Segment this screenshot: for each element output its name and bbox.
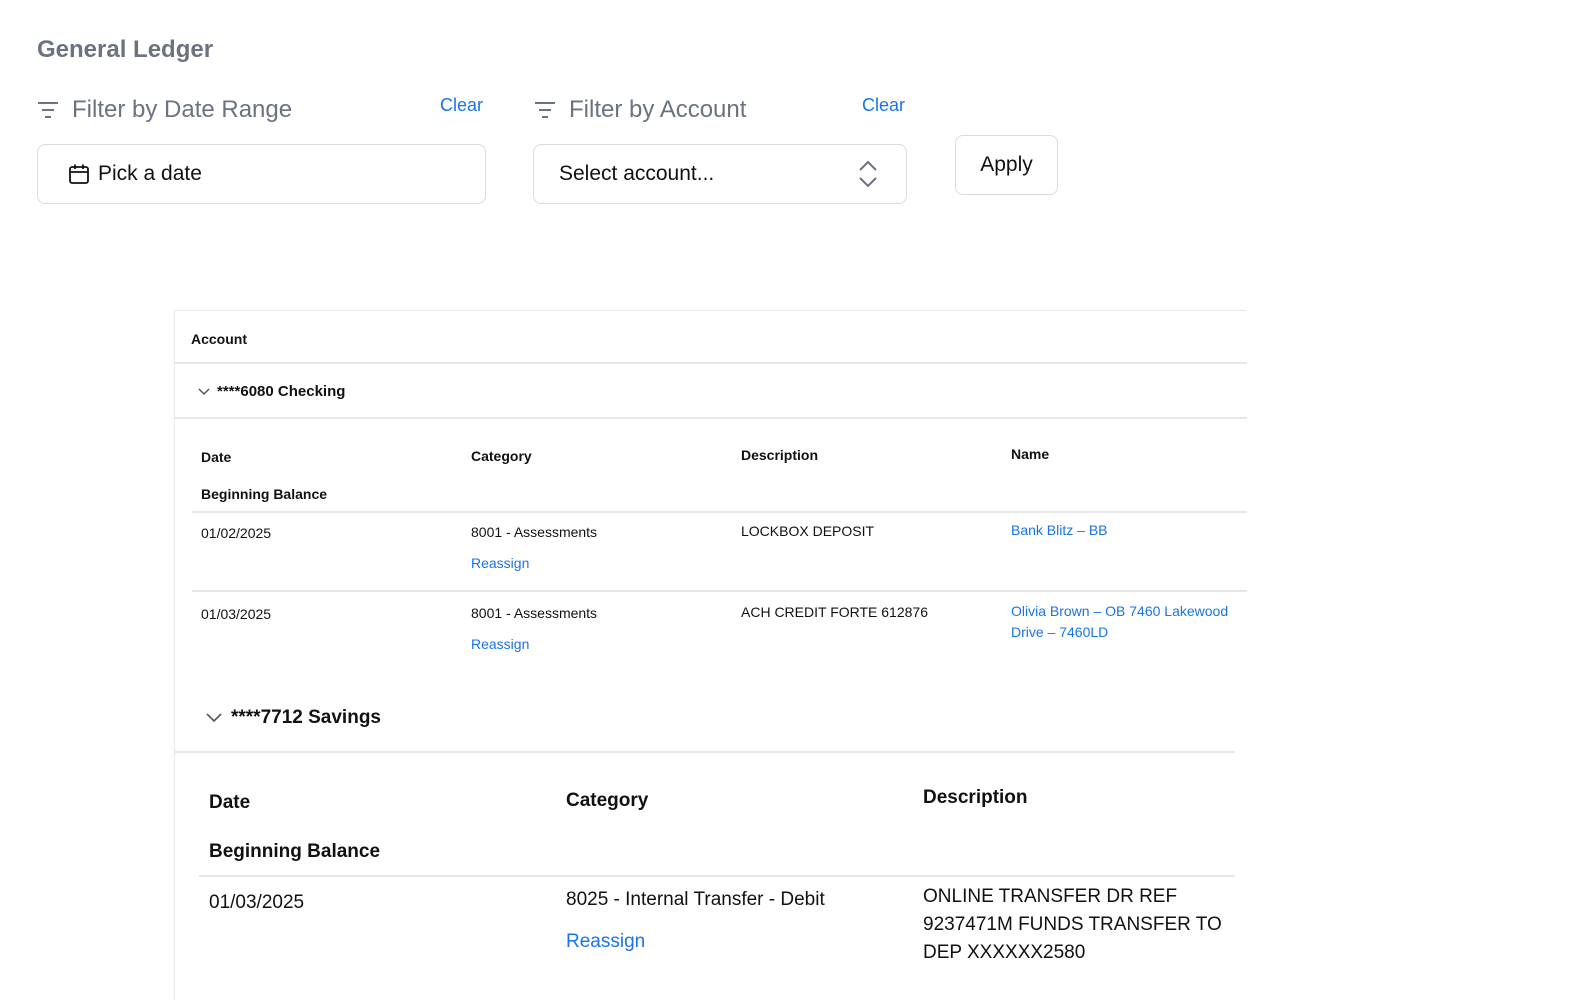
column-header-date: Date (209, 792, 251, 813)
ledger-table: Account ****6080 Checking Date Category … (174, 310, 1247, 682)
reassign-link[interactable]: Reassign (471, 555, 529, 571)
filter-icon (535, 102, 555, 118)
row-date: 01/02/2025 (201, 525, 272, 541)
reassign-link[interactable]: Reassign (471, 636, 529, 652)
chevron-down-icon (198, 387, 210, 395)
apply-button[interactable]: Apply (955, 135, 1058, 195)
date-picker-button[interactable]: Pick a date (37, 144, 486, 204)
row-date: 01/03/2025 (209, 892, 305, 913)
row-category: 8001 - Assessments (471, 605, 598, 621)
date-picker-placeholder: Pick a date (98, 162, 202, 185)
row-name-link[interactable]: Bank Blitz – BB (1011, 522, 1108, 538)
row-description-line: 9237471M FUNDS TRANSFER TO (923, 914, 1222, 935)
beginning-balance-label: Beginning Balance (209, 841, 381, 862)
divider (175, 417, 1247, 419)
chevron-down-icon (206, 713, 222, 723)
row-description-line: DEP XXXXXX2580 (923, 942, 1086, 963)
divider (192, 590, 1247, 592)
account-clear-link[interactable]: Clear (862, 95, 905, 116)
row-category: 8001 - Assessments (471, 524, 598, 540)
column-header-date: Date (201, 449, 232, 465)
filter-icon (38, 102, 58, 118)
account-column-header: Account (191, 331, 247, 347)
date-filter-label: Filter by Date Range (37, 96, 292, 124)
account-filter-label: Filter by Account (534, 96, 746, 124)
row-description: LOCKBOX DEPOSIT (741, 523, 875, 539)
column-header-description: Description (923, 787, 1028, 808)
account-group-checking[interactable]: ****6080 Checking (197, 383, 345, 400)
row-date: 01/03/2025 (201, 606, 272, 622)
divider (192, 511, 1247, 513)
divider (199, 875, 1235, 877)
page-title: General Ledger (37, 36, 214, 63)
account-name: ****7712 Savings (231, 707, 381, 728)
reassign-link[interactable]: Reassign (566, 931, 645, 953)
column-header-category: Category (566, 790, 649, 811)
column-header-category: Category (471, 448, 532, 464)
row-category: 8025 - Internal Transfer - Debit (566, 889, 825, 910)
divider (175, 751, 1235, 753)
account-name: ****6080 Checking (217, 383, 346, 400)
row-name-link-continued[interactable]: Drive – 7460LD (1011, 624, 1108, 640)
calendar-icon (69, 164, 89, 184)
column-header-name: Name (1011, 446, 1050, 462)
account-select[interactable]: Select account... (533, 144, 907, 204)
row-description: ACH CREDIT FORTE 612876 (741, 604, 928, 620)
account-filter-label-text: Filter by Account (569, 96, 747, 123)
date-filter-label-text: Filter by Date Range (72, 96, 293, 123)
row-description: ONLINE TRANSFER DR REF (923, 886, 1178, 907)
chevron-up-down-icon (859, 160, 877, 188)
row-name-link[interactable]: Olivia Brown – OB 7460 Lakewood (1011, 603, 1228, 619)
ledger-table-zoomed: ****7712 Savings Date Category Descripti… (174, 682, 1235, 1000)
account-select-placeholder: Select account... (559, 162, 715, 185)
beginning-balance-label: Beginning Balance (201, 486, 328, 502)
date-clear-link[interactable]: Clear (440, 95, 483, 116)
account-group-savings[interactable]: ****7712 Savings (205, 707, 381, 729)
column-header-description: Description (741, 447, 819, 463)
divider (175, 362, 1247, 364)
